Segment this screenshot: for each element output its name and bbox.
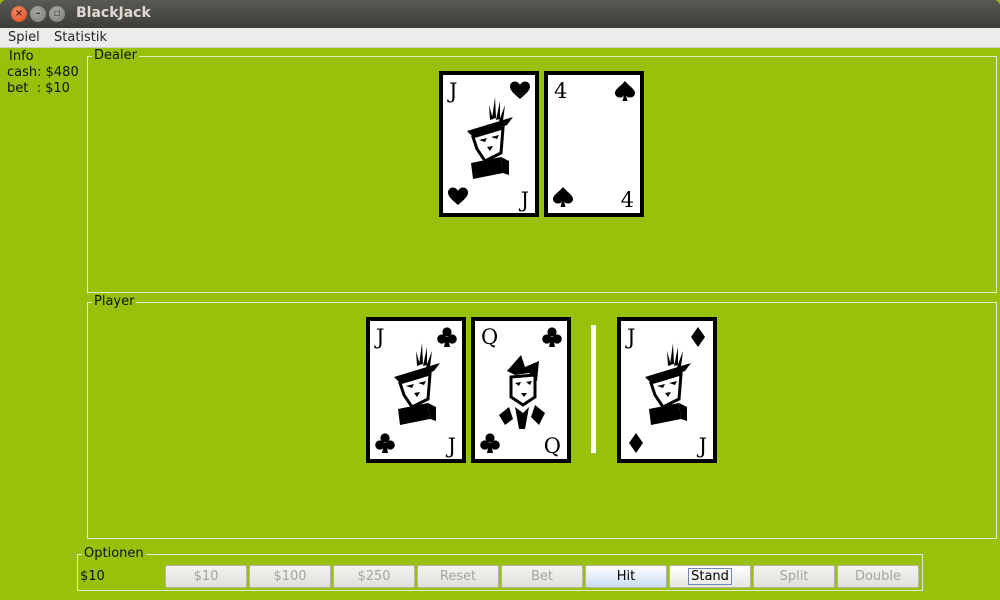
heart-icon [448, 187, 468, 205]
hit-button[interactable]: Hit [585, 565, 667, 588]
card-rank: J [627, 325, 636, 349]
card-rank: J [449, 79, 458, 103]
button-label: $100 [273, 569, 307, 584]
bet-250-button[interactable]: $250 [333, 565, 415, 588]
menu-statistik[interactable]: Statistik [54, 30, 107, 45]
button-label: Split [779, 569, 809, 584]
card-rank: Q [543, 434, 561, 458]
club-icon [480, 433, 500, 453]
current-bet-amount: $10 [80, 569, 105, 584]
dealer-panel: Dealer [87, 48, 997, 293]
player-split-card-1: J J [617, 317, 717, 463]
split-hand-divider [591, 325, 596, 453]
button-label: Hit [616, 569, 636, 584]
options-title: Optionen [82, 546, 146, 562]
info-title: Info [9, 49, 34, 64]
jack-face-icon [467, 97, 513, 179]
button-label: Reset [439, 569, 477, 584]
card-rank: J [376, 325, 385, 349]
jack-face-icon [645, 343, 691, 425]
bet-label: bet : $10 [7, 81, 70, 96]
dealer-card-2: 4 4 [544, 71, 644, 217]
button-label: Bet [530, 569, 553, 584]
reset-button[interactable]: Reset [417, 565, 499, 588]
button-label: Stand [688, 568, 732, 585]
title-bar: × – ▫ BlackJack [0, 0, 1000, 28]
player-card-1: J J [366, 317, 466, 463]
menu-spiel[interactable]: Spiel [8, 30, 40, 45]
player-card-2: Q Q [471, 317, 571, 463]
card-rank: 4 [554, 79, 568, 103]
maximize-window-button[interactable]: ▫ [49, 6, 65, 22]
jack-face-icon [394, 343, 440, 425]
bet-button[interactable]: Bet [501, 565, 583, 588]
card-rank: J [698, 434, 707, 458]
player-title: Player [92, 294, 137, 310]
button-label: $10 [193, 569, 219, 584]
dealer-card-1: J J [439, 71, 539, 217]
minimize-window-button[interactable]: – [30, 6, 46, 22]
diamond-icon [629, 433, 643, 453]
bet-100-button[interactable]: $100 [249, 565, 331, 588]
card-rank: J [447, 434, 456, 458]
bet-10-button[interactable]: $10 [165, 565, 247, 588]
club-icon [375, 433, 395, 453]
window-title: BlackJack [76, 5, 151, 21]
button-label: Double [854, 569, 902, 584]
close-window-button[interactable]: × [11, 6, 27, 22]
split-button[interactable]: Split [753, 565, 835, 588]
spade-icon [553, 187, 573, 207]
cash-label: cash: $480 [7, 65, 79, 80]
stand-button[interactable]: Stand [669, 565, 751, 588]
menu-bar: Spiel Statistik [0, 28, 1000, 48]
double-button[interactable]: Double [837, 565, 919, 588]
button-label: $250 [357, 569, 391, 584]
queen-face-icon [499, 355, 545, 429]
card-rank: 4 [620, 188, 634, 212]
spade-icon [615, 81, 635, 101]
dealer-title: Dealer [92, 48, 139, 64]
card-rank: J [520, 188, 529, 212]
